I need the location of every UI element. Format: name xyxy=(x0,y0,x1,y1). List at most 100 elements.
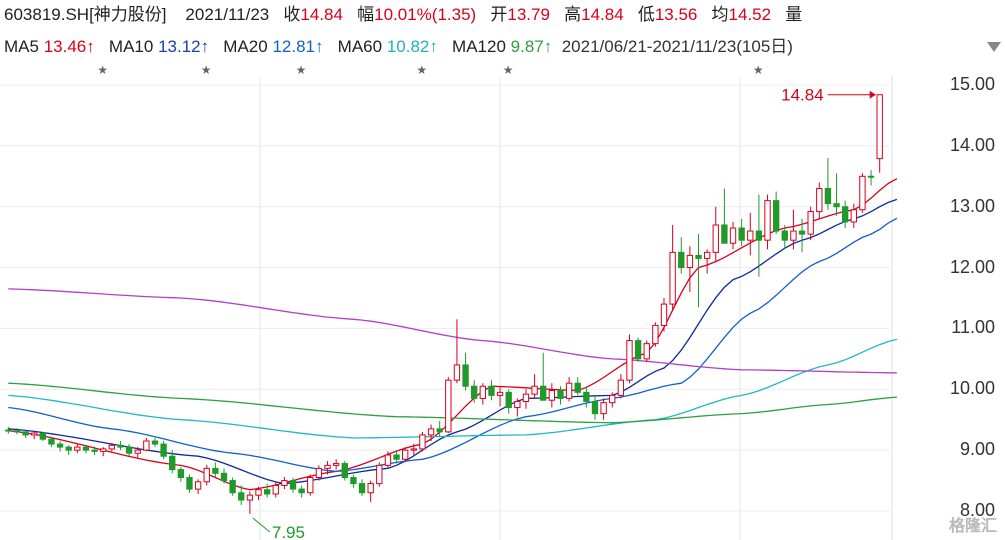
amplitude-label: 幅 xyxy=(357,5,375,24)
open-value: 13.79 xyxy=(507,5,550,24)
candlestick-chart[interactable]: 14.84 7.95 xyxy=(0,0,1005,540)
candle-body xyxy=(5,429,12,432)
candle-body xyxy=(143,440,150,451)
candle-body xyxy=(281,480,288,486)
candle-body xyxy=(117,444,124,448)
high-value: 14.84 xyxy=(581,5,624,24)
chart-grid xyxy=(0,75,893,540)
watermark: 格隆汇 xyxy=(948,518,997,535)
candle-42 xyxy=(367,480,374,502)
candle-body xyxy=(798,230,806,235)
candle-body xyxy=(764,200,771,241)
ma20-value: 12.81↑ xyxy=(272,37,324,56)
candle-68 xyxy=(591,395,599,420)
candle-body xyxy=(824,187,832,205)
candle-18 xyxy=(160,441,167,460)
y-tick-6: 14.00 xyxy=(949,134,995,155)
ma-legend: MA5 13.46↑ MA10 13.12↑ MA20 12.81↑ MA60 … xyxy=(4,36,793,58)
candle-body xyxy=(643,343,650,360)
candle-body xyxy=(324,464,331,469)
ma60-value: 10.82↑ xyxy=(386,37,438,56)
star-marker-icon[interactable]: ★ xyxy=(503,63,514,77)
candle-13 xyxy=(117,441,124,451)
candle-body xyxy=(82,446,90,451)
max-annotation-label: 14.84 xyxy=(781,86,824,105)
high-label: 高 xyxy=(564,5,582,24)
candle-55 xyxy=(479,383,486,405)
candle-body xyxy=(522,393,530,402)
candle-body xyxy=(246,494,254,501)
candle-body xyxy=(341,463,348,479)
candle-99 xyxy=(859,173,866,213)
ma60-label: MA60 xyxy=(337,37,383,56)
candle-body xyxy=(427,428,435,436)
candle-39 xyxy=(341,461,348,481)
candle-96 xyxy=(833,173,840,216)
candle-86 xyxy=(747,212,754,256)
candle-body xyxy=(703,251,711,259)
y-tick-5: 13.00 xyxy=(949,195,995,216)
ma5-line xyxy=(8,178,898,491)
candle-body xyxy=(816,187,823,213)
candle-53 xyxy=(462,352,469,391)
candle-83 xyxy=(721,188,728,244)
candle-23 xyxy=(203,464,210,486)
candle-25 xyxy=(220,468,228,484)
candle-body xyxy=(31,432,38,436)
candle-65 xyxy=(565,377,573,402)
quote-header: 603819.SH[神力股份] 2021/11/23 收14.84 幅10.01… xyxy=(4,4,802,26)
candle-body xyxy=(729,227,737,244)
candle-body xyxy=(876,94,883,160)
candle-body xyxy=(410,448,417,451)
candle-body xyxy=(747,230,754,241)
candle-body xyxy=(307,477,314,494)
candle-79 xyxy=(686,246,694,292)
candle-body xyxy=(652,324,659,345)
candle-body xyxy=(419,434,426,450)
ma120-label: MA120 xyxy=(452,37,506,56)
open-label: 开 xyxy=(490,5,508,24)
candle-11 xyxy=(100,447,107,457)
candles xyxy=(5,94,883,515)
candle-16 xyxy=(143,437,150,452)
candle-body xyxy=(781,230,788,241)
candle-73 xyxy=(634,337,642,362)
candle-body xyxy=(712,224,719,253)
star-marker-icon[interactable]: ★ xyxy=(296,63,307,77)
candle-75 xyxy=(652,322,659,347)
star-marker-icon[interactable]: ★ xyxy=(97,63,108,77)
candle-58 xyxy=(505,389,512,414)
ma5-value: 13.46↑ xyxy=(43,37,95,56)
candle-41 xyxy=(358,479,366,496)
candle-8 xyxy=(74,444,81,454)
candle-body xyxy=(272,484,279,495)
candle-body xyxy=(56,443,64,448)
candle-22 xyxy=(194,479,202,494)
candle-body xyxy=(609,394,616,404)
min-annotation-label: 7.95 xyxy=(272,523,305,540)
candle-body xyxy=(298,488,305,494)
y-tick-1: 9.00 xyxy=(959,439,995,460)
ma5-label: MA5 xyxy=(4,37,39,56)
candle-89 xyxy=(772,191,780,235)
candle-20 xyxy=(177,467,185,482)
star-marker-icon[interactable]: ★ xyxy=(416,63,427,77)
candle-body xyxy=(738,227,745,241)
dropdown-icon[interactable] xyxy=(987,42,1001,52)
volume-label: 量 xyxy=(785,5,803,24)
star-marker-icon[interactable]: ★ xyxy=(201,63,212,77)
candle-59 xyxy=(514,398,521,417)
candle-body xyxy=(238,492,245,501)
candle-51 xyxy=(445,377,452,434)
candle-body xyxy=(807,211,814,235)
star-marker-icon[interactable]: ★ xyxy=(753,63,764,77)
candle-body xyxy=(220,472,228,482)
stock-code: 603819.SH[神力股份] xyxy=(4,5,167,24)
candle-48 xyxy=(419,431,426,452)
candle-body xyxy=(229,480,236,494)
ma20-label: MA20 xyxy=(223,37,268,56)
candle-body xyxy=(669,251,676,305)
candle-body xyxy=(600,402,607,415)
candle-body xyxy=(402,449,409,460)
y-tick-2: 10.00 xyxy=(949,378,995,399)
